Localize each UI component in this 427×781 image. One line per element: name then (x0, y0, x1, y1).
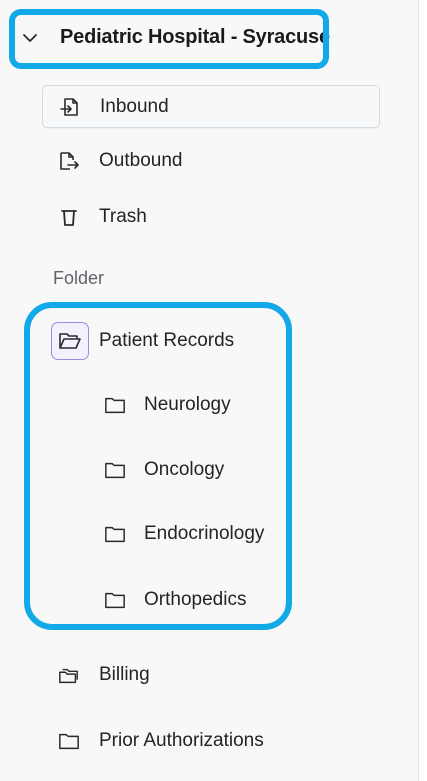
folder-label: Billing (99, 664, 150, 685)
folder-icon (104, 589, 126, 611)
nav-item-label: Inbound (100, 95, 169, 117)
folder-icon (104, 523, 126, 545)
folder-stack-icon (58, 664, 80, 686)
nav-item-outbound[interactable]: Outbound (58, 150, 182, 172)
subfolder-endocrinology[interactable]: Endocrinology (104, 523, 264, 545)
subfolder-neurology[interactable]: Neurology (104, 394, 231, 416)
subfolder-label: Neurology (144, 394, 231, 415)
folder-open-icon (51, 322, 89, 360)
nav-item-label: Trash (99, 206, 147, 227)
inbound-icon (59, 96, 81, 118)
trash-icon (58, 206, 80, 228)
folder-label: Prior Authorizations (99, 730, 264, 751)
folder-icon (104, 394, 126, 416)
folder-icon (58, 730, 80, 752)
subfolder-orthopedics[interactable]: Orthopedics (104, 589, 246, 611)
nav-item-label: Outbound (99, 150, 183, 171)
organization-name: Pediatric Hospital - Syracuse (60, 26, 330, 48)
sidebar: Pediatric Hospital - Syracuse Inbound Ou… (0, 0, 418, 781)
subfolder-oncology[interactable]: Oncology (104, 459, 224, 481)
subfolder-label: Endocrinology (144, 523, 265, 544)
outbound-icon (58, 150, 80, 172)
folder-section-label: Folder (53, 268, 105, 288)
nav-item-inbound[interactable]: Inbound (42, 85, 380, 128)
folder-billing[interactable]: Billing (58, 664, 150, 686)
organization-header[interactable]: Pediatric Hospital - Syracuse (20, 26, 330, 49)
folder-prior-authorizations[interactable]: Prior Authorizations (58, 730, 264, 752)
folder-patient-records[interactable]: Patient Records (51, 322, 234, 360)
subfolder-label: Orthopedics (144, 589, 247, 610)
chevron-down-icon[interactable] (20, 28, 40, 48)
content-pane-edge (419, 0, 427, 781)
subfolder-label: Oncology (144, 459, 225, 480)
nav-item-trash[interactable]: Trash (58, 206, 147, 228)
folder-label: Patient Records (99, 330, 235, 351)
folder-icon (104, 459, 126, 481)
